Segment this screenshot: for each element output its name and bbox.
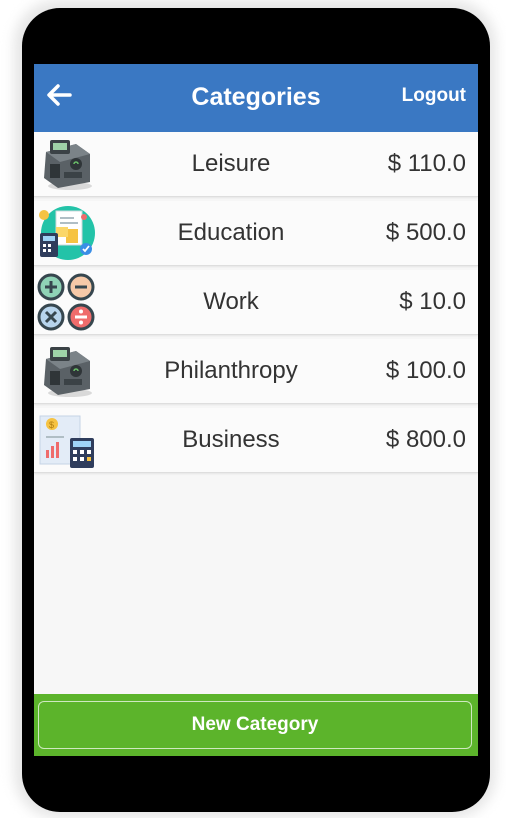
- new-category-button[interactable]: New Category: [38, 701, 472, 749]
- category-item-leisure[interactable]: Leisure $ 110.0: [34, 132, 478, 197]
- category-item-education[interactable]: Education $ 500.0: [34, 201, 478, 266]
- app-header: Categories Logout: [34, 64, 478, 132]
- category-amount: $ 100.0: [385, 357, 466, 384]
- card-terminal-icon: [44, 347, 92, 397]
- category-item-work[interactable]: Work $ 10.0: [34, 270, 478, 335]
- card-terminal-icon: [44, 140, 92, 190]
- category-list: Leisure $ 110.0 Education $ 500.0 Work $…: [34, 132, 478, 477]
- category-name: Business: [182, 426, 280, 453]
- category-name: Philanthropy: [164, 357, 298, 384]
- footer-bar: New Category: [34, 694, 478, 756]
- category-item-philanthropy[interactable]: Philanthropy $ 100.0: [34, 339, 478, 404]
- category-amount: $ 110.0: [387, 150, 466, 177]
- category-amount: $ 800.0: [385, 426, 466, 453]
- category-item-business[interactable]: $ Business $ 800.0: [34, 408, 478, 473]
- logout-button[interactable]: Logout: [402, 83, 466, 109]
- category-name: Education: [177, 219, 285, 246]
- math-operators-icon: [37, 273, 95, 331]
- category-name: Leisure: [191, 150, 271, 177]
- category-name: Work: [203, 288, 259, 315]
- category-amount: $ 500.0: [385, 219, 466, 246]
- category-amount: $ 10.0: [399, 288, 466, 315]
- app-screen: Categories Logout Leisure $ 110.0 Educat…: [34, 64, 478, 756]
- svg-text:$: $: [49, 420, 54, 430]
- finance-calculator-icon: $: [39, 415, 94, 468]
- finance-documents-icon: [39, 206, 95, 260]
